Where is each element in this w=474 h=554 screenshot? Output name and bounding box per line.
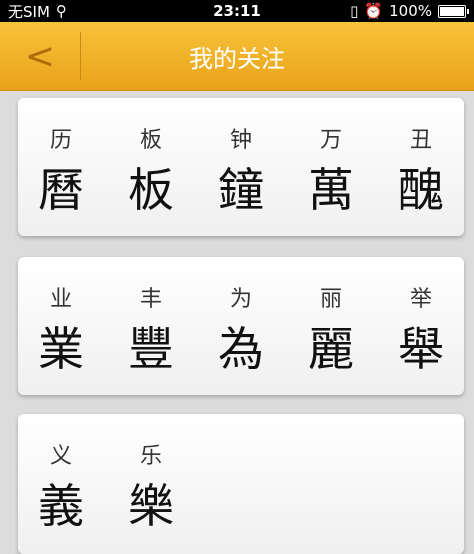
character-item[interactable]: 举 舉 <box>381 257 461 395</box>
alarm-icon: ⏰ <box>364 2 384 20</box>
vibrate-icon: ▯ <box>350 2 359 20</box>
character-item[interactable]: 万 萬 <box>291 98 371 236</box>
simplified-char: 业 <box>49 287 72 312</box>
character-item[interactable]: 义 義 <box>21 414 101 552</box>
status-bar: 无SIM ⚲ 23:11 ▯ ⏰ 100% <box>0 0 474 22</box>
character-card: 义 義 乐 樂 <box>18 414 464 554</box>
simplified-char: 丽 <box>319 287 342 312</box>
simplified-char: 万 <box>319 128 342 153</box>
back-chevron-icon: < <box>24 35 56 77</box>
character-item[interactable]: 丑 醜 <box>381 98 461 236</box>
traditional-char: 鐘 <box>218 163 264 217</box>
simplified-char: 丑 <box>409 128 432 153</box>
character-item[interactable]: 丽 麗 <box>291 257 371 395</box>
traditional-char: 醜 <box>398 163 444 217</box>
character-card: 历 曆 板 板 钟 鐘 万 萬 丑 醜 <box>18 98 464 236</box>
nav-divider <box>80 32 81 80</box>
simplified-char: 历 <box>49 128 72 153</box>
battery-percent: 100% <box>389 2 432 20</box>
simplified-char: 丰 <box>139 287 162 312</box>
simplified-char: 举 <box>409 287 432 312</box>
traditional-char: 板 <box>128 163 174 217</box>
traditional-char: 樂 <box>128 479 174 533</box>
traditional-char: 義 <box>38 479 84 533</box>
traditional-char: 萬 <box>308 163 354 217</box>
simplified-char: 为 <box>229 287 252 312</box>
status-time: 23:11 <box>213 2 261 20</box>
character-card: 业 業 丰 豐 为 為 丽 麗 举 舉 <box>18 257 464 395</box>
usb-icon: ⚲ <box>55 2 67 20</box>
character-item[interactable]: 历 曆 <box>21 98 101 236</box>
traditional-char: 曆 <box>38 163 84 217</box>
simplified-char: 板 <box>139 128 162 153</box>
nav-bar: < 我的关注 <box>0 22 474 91</box>
battery-icon <box>438 4 469 18</box>
carrier-label: 无SIM <box>8 2 50 21</box>
back-button[interactable]: < <box>0 22 80 90</box>
simplified-char: 义 <box>49 444 72 469</box>
character-item[interactable]: 为 為 <box>201 257 281 395</box>
character-item[interactable]: 板 板 <box>111 98 191 236</box>
traditional-char: 麗 <box>308 322 354 376</box>
character-item[interactable]: 乐 樂 <box>111 414 191 552</box>
traditional-char: 業 <box>38 322 84 376</box>
traditional-char: 豐 <box>128 322 174 376</box>
simplified-char: 钟 <box>229 128 252 153</box>
traditional-char: 為 <box>218 322 264 376</box>
character-item[interactable]: 钟 鐘 <box>201 98 281 236</box>
character-item[interactable]: 丰 豐 <box>111 257 191 395</box>
simplified-char: 乐 <box>139 444 162 469</box>
character-item[interactable]: 业 業 <box>21 257 101 395</box>
traditional-char: 舉 <box>398 322 444 376</box>
